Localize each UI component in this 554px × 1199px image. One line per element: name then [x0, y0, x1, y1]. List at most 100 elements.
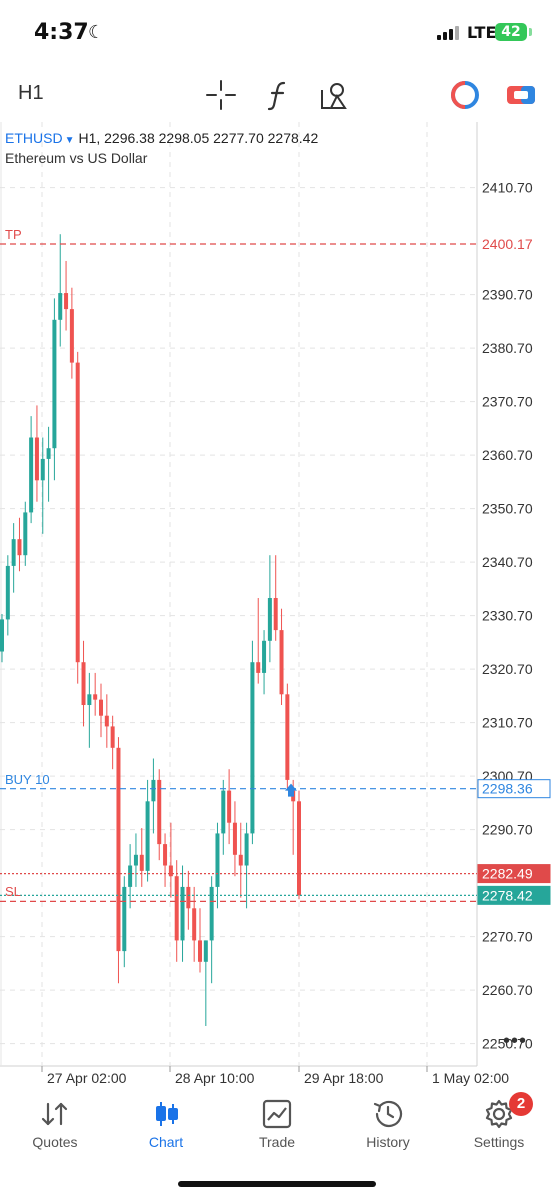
candle-body	[267, 598, 272, 641]
time-tick-label: 28 Apr 10:00	[175, 1070, 255, 1086]
candle-body	[221, 790, 226, 834]
tab-quotes[interactable]: Quotes	[0, 1090, 110, 1160]
function-icon[interactable]	[262, 78, 296, 112]
moon-icon: ☾	[88, 22, 105, 42]
price-tick-label: 2340.70	[482, 554, 533, 570]
tab-history-label: History	[366, 1134, 410, 1150]
candle-body	[163, 844, 168, 866]
chart-canvas[interactable]: 2410.70 2390.70 2380.70 2370.70 2360.70 2350.…	[0, 122, 554, 1090]
time-tick-label: 29 Apr 18:00	[304, 1070, 384, 1086]
candle-body	[81, 662, 86, 706]
one-click-trading-icon[interactable]	[504, 78, 538, 112]
tab-trade-label: Trade	[258, 1134, 296, 1150]
price-tick-label: 2320.70	[482, 661, 533, 677]
candle-body	[87, 694, 92, 706]
price-tick-label: 2290.70	[482, 822, 533, 838]
candle-body	[34, 437, 39, 481]
tp-label: TP	[5, 227, 22, 242]
candle-body	[227, 790, 232, 823]
network-type: LTE	[467, 23, 497, 42]
candle-body	[168, 865, 173, 877]
status-time: 4:37	[34, 20, 89, 45]
trade-circle-icon[interactable]	[448, 78, 482, 112]
buy-arrow-icon	[285, 783, 297, 797]
candle-body	[110, 726, 115, 748]
candle-body	[17, 539, 22, 556]
candle-body	[46, 448, 51, 459]
quotes-icon	[41, 1102, 68, 1126]
candle-body	[133, 854, 138, 866]
candle-body	[122, 886, 127, 952]
price-tick-label: 2260.70	[482, 982, 533, 998]
tab-chart[interactable]: Chart	[111, 1090, 221, 1160]
price-tick-label: 2390.70	[482, 287, 533, 303]
tab-settings-label: Settings	[473, 1134, 525, 1150]
price-tick-label: 2350.70	[482, 501, 533, 517]
tab-quotes-label: Quotes	[32, 1134, 78, 1150]
candle-body	[279, 630, 284, 695]
battery-tip	[529, 28, 532, 36]
objects-icon[interactable]	[318, 78, 352, 112]
price-tick-label: 2310.70	[482, 715, 533, 731]
candle-body	[58, 293, 63, 320]
price-tick-label: 2380.70	[482, 340, 533, 356]
history-icon	[373, 1100, 403, 1127]
tab-chart-label: Chart	[148, 1134, 184, 1150]
tp-price-tag-text: 2400.17	[482, 236, 533, 252]
candle-body	[262, 640, 267, 673]
candle-body	[0, 619, 4, 652]
candle-body	[157, 779, 162, 845]
candle-body	[99, 699, 103, 716]
candle-body	[52, 319, 57, 449]
price-tick-label: 2370.70	[482, 394, 533, 410]
time-tick-label: 27 Apr 02:00	[47, 1070, 127, 1086]
chart-info-line: ETHUSD ▼ H1, 2296.38 2298.05 2277.70 2278.…	[5, 130, 318, 146]
ohlc-values: H1, 2296.38 2298.05 2277.70 2278.42	[78, 130, 319, 146]
candle-body	[174, 876, 179, 941]
candle-body	[273, 598, 278, 631]
chart-toolbar: H1	[0, 66, 554, 122]
candle-body	[297, 801, 301, 896]
symbol-description: Ethereum vs US Dollar	[5, 150, 148, 166]
candle-body	[244, 833, 249, 866]
candle-body	[64, 293, 69, 310]
candle-body	[69, 309, 74, 363]
tab-settings[interactable]: Settings	[444, 1090, 554, 1160]
ask-price-tag-text: 2282.49	[482, 866, 533, 882]
candle-body	[104, 715, 109, 727]
status-bar: 4:37 ☾ LTE 42	[0, 0, 554, 66]
battery-icon: 42	[495, 23, 527, 41]
candle-body	[285, 694, 290, 780]
candle-body	[186, 886, 191, 909]
candle-body	[40, 458, 45, 481]
price-tick-label: 2360.70	[482, 447, 533, 463]
time-tick-label: 1 May 02:00	[432, 1070, 509, 1086]
candle-body	[151, 779, 156, 802]
tab-trade[interactable]: Trade	[222, 1090, 332, 1160]
candle-body	[192, 908, 197, 941]
price-tick-label: 2330.70	[482, 608, 533, 624]
candle-body	[256, 662, 261, 673]
buy-position-label[interactable]: BUY 10	[5, 772, 50, 787]
tab-history[interactable]: History	[333, 1090, 443, 1160]
sl-label: SL	[5, 884, 21, 900]
candle-body	[198, 940, 202, 962]
candle-body	[238, 854, 243, 866]
price-tick-label: 2410.70	[482, 180, 533, 196]
price-chart[interactable]: 2410.70 2390.70 2380.70 2370.70 2360.70 2350.…	[0, 122, 554, 1090]
symbol-name[interactable]: ETHUSD	[5, 130, 63, 146]
notification-badge: 2	[509, 1092, 533, 1116]
symbol-dropdown-icon[interactable]: ▼	[65, 135, 75, 146]
candle-body	[29, 437, 34, 513]
candle-body	[128, 865, 133, 887]
candle-body	[139, 854, 144, 871]
timeframe-selector[interactable]: H1	[18, 82, 44, 105]
bid-price-tag-text: 2278.42	[482, 887, 533, 903]
home-indicator	[178, 1181, 376, 1187]
more-options-icon[interactable]: •••	[503, 1030, 527, 1053]
signal-strength-icon	[437, 26, 463, 40]
candle-body	[232, 822, 237, 855]
candle-body	[116, 747, 121, 952]
crosshair-icon[interactable]	[204, 78, 238, 112]
candle-body	[23, 512, 28, 556]
